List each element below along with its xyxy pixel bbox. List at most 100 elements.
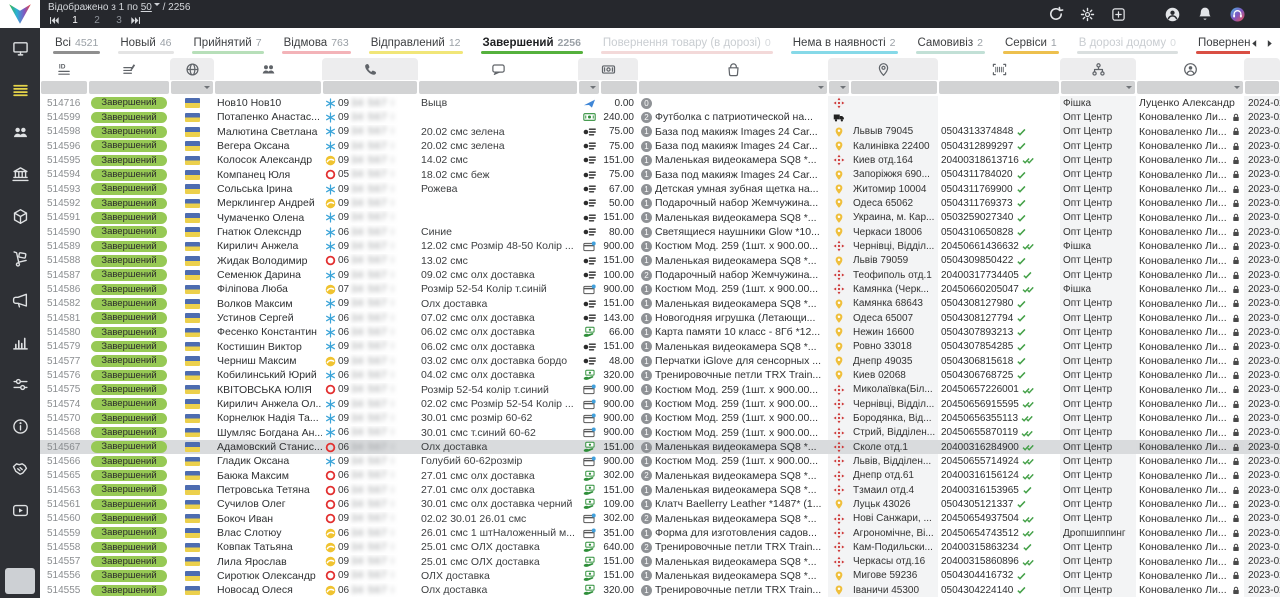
tab-5[interactable]: Відправлений12: [369, 33, 463, 58]
order-row[interactable]: 514590ЗавершенийГнатюк Олексндр0634 567 …: [40, 225, 1280, 239]
order-row[interactable]: 514575ЗавершенийКВІТОВСЬКА ЮЛІЯ0934 567 …: [40, 383, 1280, 397]
settings-button[interactable]: [1080, 7, 1095, 22]
order-row[interactable]: 514555ЗавершенийНовосад Олеся0634 567 89…: [40, 583, 1280, 597]
filter-input-14[interactable]: [1245, 81, 1279, 94]
column-header-date[interactable]: [1244, 58, 1280, 80]
page-button-2[interactable]: 2: [86, 15, 108, 27]
add-order-button[interactable]: [1111, 7, 1126, 22]
tab-4[interactable]: Відмова763: [282, 33, 351, 58]
order-row[interactable]: 514566ЗавершенийГладик Оксана0934 567 89…: [40, 454, 1280, 468]
order-row[interactable]: 514580ЗавершенийФесенко Константин0634 5…: [40, 325, 1280, 339]
filter-input-12[interactable]: [1061, 81, 1135, 94]
tab-3[interactable]: Прийнятий7: [192, 33, 264, 58]
filter-input-6[interactable]: [579, 81, 599, 94]
order-row[interactable]: 514568ЗавершенийШумляс Богдана Ан...0634…: [40, 426, 1280, 440]
filter-input-3[interactable]: [215, 81, 321, 94]
tab-10[interactable]: Сервіси1: [1003, 33, 1059, 58]
order-row[interactable]: 514574ЗавершенийКирилич Анжела Ол...0934…: [40, 397, 1280, 411]
order-row[interactable]: 514567ЗавершенийАдамовский Станис...0634…: [40, 440, 1280, 454]
order-row[interactable]: 514565ЗавершенийБаюка Максим0634 567 890…: [40, 469, 1280, 483]
support-button[interactable]: [1229, 6, 1246, 23]
sidebar-item-tutorials[interactable]: [12, 502, 29, 524]
tab-11[interactable]: В дорозі додому0: [1077, 33, 1178, 58]
tabs-prev-button[interactable]: [1250, 39, 1259, 48]
column-header-id[interactable]: ID: [40, 58, 88, 80]
tab-12[interactable]: Повернення (завершений)125: [1196, 33, 1250, 58]
filter-input-2[interactable]: [171, 81, 213, 94]
order-row[interactable]: 514589ЗавершенийКирилич Анжела0934 567 8…: [40, 239, 1280, 253]
refresh-button[interactable]: [1048, 6, 1064, 22]
column-header-manager[interactable]: [1136, 58, 1244, 80]
order-row[interactable]: 514582ЗавершенийВолков Максим0934 567 89…: [40, 297, 1280, 311]
sidebar-item-statistics[interactable]: [12, 334, 29, 356]
tab-9[interactable]: Самовивіз2: [916, 33, 985, 58]
column-header-phone[interactable]: [322, 58, 418, 80]
order-row[interactable]: 514563ЗавершенийПетровська Тетяна0634 56…: [40, 483, 1280, 497]
order-row[interactable]: 514716ЗавершенийНов10 Нов100934 567 8901…: [40, 96, 1280, 110]
filter-input-8[interactable]: [639, 81, 827, 94]
order-row[interactable]: 514595ЗавершенийКолосок Александр0934 56…: [40, 153, 1280, 167]
order-row[interactable]: 514559ЗавершенийВлас Слотюу0634 567 8901…: [40, 526, 1280, 540]
page-button-3[interactable]: 3: [108, 15, 130, 27]
sidebar-item-partners[interactable]: [12, 460, 29, 482]
column-header-delivery-city[interactable]: [828, 58, 938, 80]
sidebar-collapse-button[interactable]: [5, 568, 35, 594]
column-header-status[interactable]: [88, 58, 170, 80]
filter-input-4[interactable]: [323, 81, 417, 94]
column-header-client[interactable]: [214, 58, 322, 80]
account-button[interactable]: [1164, 6, 1181, 23]
filter-input-13[interactable]: [1137, 81, 1243, 94]
order-row[interactable]: 514592ЗавершенийМерклингер Андрей0934 56…: [40, 196, 1280, 210]
order-row[interactable]: 514586ЗавершенийФіліпова Люба0734 567 89…: [40, 282, 1280, 296]
notifications-button[interactable]: [1197, 6, 1213, 22]
first-page-button[interactable]: [48, 15, 60, 26]
order-row[interactable]: 514579ЗавершенийКостишин Виктор0934 567 …: [40, 340, 1280, 354]
order-row[interactable]: 514594ЗавершенийКомпанец Юля0534 567 890…: [40, 168, 1280, 182]
sidebar-item-products[interactable]: [12, 208, 29, 230]
filter-input-0[interactable]: [41, 81, 87, 94]
tab-8[interactable]: Нема в наявності2: [791, 33, 898, 58]
order-row[interactable]: 514576ЗавершенийКобилинський Юрий0634 56…: [40, 368, 1280, 382]
column-header-channel[interactable]: [1060, 58, 1136, 80]
filter-input-1[interactable]: [89, 81, 169, 94]
sidebar-item-company[interactable]: [12, 166, 29, 188]
order-row[interactable]: 514599ЗавершенийПотапенко Анастас...0934…: [40, 110, 1280, 124]
order-row[interactable]: 514587ЗавершенийСеменюк Дарина0934 567 8…: [40, 268, 1280, 282]
filter-input-5[interactable]: [419, 81, 577, 94]
page-button-1[interactable]: 1: [64, 15, 86, 27]
column-header-comment[interactable]: [418, 58, 578, 80]
order-row[interactable]: 514588ЗавершенийЖидак Володимир0634 567 …: [40, 254, 1280, 268]
page-size-dropdown[interactable]: 50: [141, 2, 160, 13]
order-row[interactable]: 514561ЗавершенийСучилов Олег0634 567 890…: [40, 497, 1280, 511]
filter-input-9[interactable]: [829, 81, 849, 94]
last-page-button[interactable]: [130, 15, 142, 26]
tab-7[interactable]: Повернення товару (в дорозі)0: [601, 33, 773, 58]
order-row[interactable]: 514557ЗавершенийЛила Ярослав0934 567 890…: [40, 555, 1280, 569]
sidebar-item-purchases[interactable]: [12, 250, 29, 272]
order-row[interactable]: 514596ЗавершенийВегера Оксана0934 567 89…: [40, 139, 1280, 153]
tab-6[interactable]: Завершений2256: [481, 33, 583, 59]
order-row[interactable]: 514556ЗавершенийСиротюк Олександр0934 56…: [40, 569, 1280, 583]
tab-1[interactable]: Всі4521: [53, 33, 100, 58]
sidebar-item-settings[interactable]: [12, 376, 29, 398]
column-header-payment-sum[interactable]: [578, 58, 638, 80]
order-row[interactable]: 514581ЗавершенийУстинов Сергей0634 567 8…: [40, 311, 1280, 325]
tab-2[interactable]: Новый46: [118, 33, 173, 58]
order-row[interactable]: 514591ЗавершенийЧумаченко Олена0934 567 …: [40, 211, 1280, 225]
order-row[interactable]: 514570ЗавершенийКорнелюк Надія Та...0934…: [40, 411, 1280, 425]
column-header-tracking[interactable]: [938, 58, 1060, 80]
order-row[interactable]: 514560ЗавершенийБокоч Иван0934 567 89010…: [40, 512, 1280, 526]
order-row[interactable]: 514598ЗавершенийМалютина Светлана0934 56…: [40, 125, 1280, 139]
column-header-products[interactable]: [638, 58, 828, 80]
filter-input-10[interactable]: [851, 81, 937, 94]
sidebar-item-clients[interactable]: [12, 124, 29, 146]
order-row[interactable]: 514593ЗавершенийСольська Ірина0934 567 8…: [40, 182, 1280, 196]
sidebar-item-marketing[interactable]: [12, 292, 29, 314]
order-row[interactable]: 514558ЗавершенийКовпак Татьяна0934 567 8…: [40, 540, 1280, 554]
sidebar-item-dashboard[interactable]: [12, 40, 29, 62]
column-header-country[interactable]: [170, 58, 214, 80]
filter-input-7[interactable]: [601, 81, 637, 94]
tabs-next-button[interactable]: [1265, 39, 1274, 48]
order-row[interactable]: 514577ЗавершенийЧерниш Максим0934 567 89…: [40, 354, 1280, 368]
sidebar-item-orders[interactable]: [12, 82, 29, 104]
